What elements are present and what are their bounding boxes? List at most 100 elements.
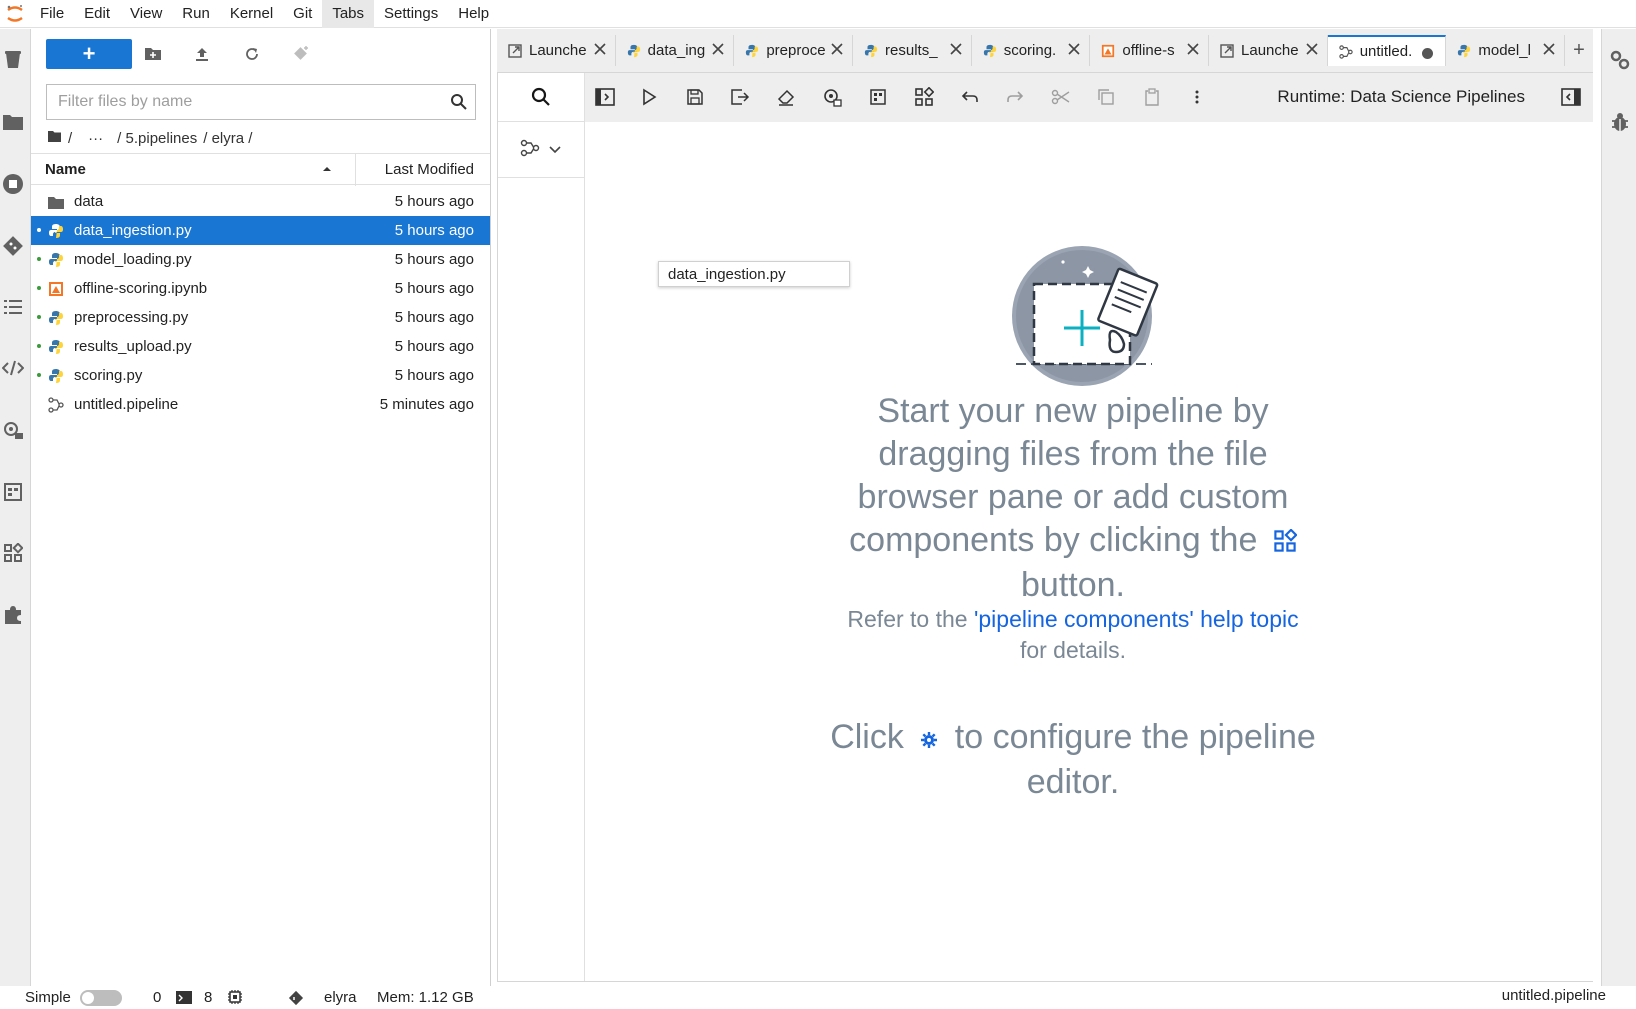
runtimes-config-icon[interactable]: [820, 85, 844, 109]
file-row-results-upload[interactable]: results_upload.py 5 hours ago: [31, 332, 490, 361]
menu-tabs[interactable]: Tabs: [322, 0, 375, 28]
export-icon[interactable]: [728, 85, 752, 109]
upload-icon[interactable]: [189, 41, 215, 67]
refresh-icon[interactable]: [239, 41, 265, 67]
menu-file[interactable]: File: [30, 0, 74, 28]
close-icon[interactable]: [1067, 42, 1081, 56]
tab-scoring[interactable]: scoring.: [971, 35, 1091, 66]
settings-gear-icon[interactable]: [919, 718, 939, 761]
file-row-data[interactable]: data 5 hours ago: [31, 187, 490, 216]
run-pipeline-icon[interactable]: [637, 85, 661, 109]
git-branch-icon[interactable]: [287, 989, 305, 1009]
menu-bar: File Edit View Run Kernel Git Tabs Setti…: [0, 0, 1636, 28]
component-catalogs-icon[interactable]: [912, 85, 936, 109]
menu-settings[interactable]: Settings: [374, 0, 448, 28]
menu-run[interactable]: Run: [172, 0, 220, 28]
new-folder-icon[interactable]: [140, 41, 166, 67]
file-row-scoring[interactable]: scoring.py 5 hours ago: [31, 361, 490, 390]
pipeline-canvas[interactable]: data_ingestion.py Start your new pipelin…: [586, 122, 1593, 981]
help-reference: Refer to the 'pipeline components' help …: [820, 604, 1326, 666]
pipeline-toolbar: Runtime: Data Science Pipelines: [585, 73, 1593, 122]
breadcrumb-pipelines[interactable]: / 5.pipelines: [117, 130, 197, 147]
right-sidebar: [1601, 29, 1636, 989]
tab-untitled-pipeline[interactable]: untitled.: [1327, 35, 1447, 66]
cut-icon[interactable]: [1049, 85, 1073, 109]
terminal-count[interactable]: 8: [204, 989, 212, 1006]
paste-icon[interactable]: [1140, 85, 1164, 109]
component-catalogs-icon[interactable]: [0, 540, 26, 566]
column-name-header[interactable]: Name: [45, 161, 86, 178]
column-modified-header[interactable]: Last Modified: [385, 161, 474, 178]
tab-offline-scoring[interactable]: offline-s: [1090, 35, 1210, 66]
kernel-count[interactable]: 0: [153, 989, 161, 1006]
close-icon[interactable]: [1542, 42, 1556, 56]
runtime-images-icon[interactable]: [0, 479, 26, 505]
palette-search-icon[interactable]: [498, 73, 584, 122]
close-icon[interactable]: [711, 42, 725, 56]
notebook-file-icon: [47, 280, 65, 298]
clear-eraser-icon[interactable]: [774, 85, 798, 109]
tab-launcher-1[interactable]: Launche: [497, 35, 616, 66]
close-icon[interactable]: [1186, 42, 1200, 56]
running-sessions-icon[interactable]: [0, 171, 26, 197]
file-row-data-ingestion[interactable]: data_ingestion.py 5 hours ago: [31, 216, 490, 245]
tab-label: data_ing: [647, 42, 706, 59]
kernel-cpu-icon[interactable]: [227, 989, 243, 1009]
home-folder-icon[interactable]: [47, 130, 62, 147]
tab-model-loading[interactable]: model_l: [1446, 35, 1566, 66]
git-branch-name[interactable]: elyra: [324, 989, 357, 1006]
extensions-puzzle-icon[interactable]: [0, 602, 26, 628]
tab-data-ingestion[interactable]: data_ing: [615, 35, 735, 66]
close-icon[interactable]: [1305, 42, 1319, 56]
close-icon[interactable]: [830, 42, 844, 56]
undo-icon[interactable]: [958, 85, 982, 109]
file-row-offline-scoring[interactable]: offline-scoring.ipynb 5 hours ago: [31, 274, 490, 303]
filter-files-input[interactable]: Filter files by name: [46, 84, 476, 120]
trash-icon[interactable]: [0, 46, 26, 72]
property-inspector-icon[interactable]: [1607, 47, 1633, 73]
copy-icon[interactable]: [1094, 85, 1118, 109]
redo-icon[interactable]: [1003, 85, 1027, 109]
menu-view[interactable]: View: [120, 0, 172, 28]
runtimes-icon[interactable]: [0, 417, 26, 443]
file-row-preprocessing[interactable]: preprocessing.py 5 hours ago: [31, 303, 490, 332]
git-clone-icon[interactable]: [288, 41, 314, 67]
breadcrumb-root[interactable]: /: [68, 130, 72, 147]
menu-help[interactable]: Help: [448, 0, 499, 28]
debugger-bug-icon[interactable]: [1607, 109, 1633, 135]
close-icon[interactable]: [593, 42, 607, 56]
simple-mode-toggle[interactable]: [80, 990, 122, 1006]
generic-nodes-category[interactable]: [498, 122, 584, 178]
table-of-contents-icon[interactable]: [0, 294, 26, 320]
tab-preprocessing[interactable]: preproce: [734, 35, 854, 66]
save-icon[interactable]: [683, 85, 707, 109]
add-components-inline-icon[interactable]: [1273, 521, 1298, 564]
more-options-icon[interactable]: [1185, 85, 1209, 109]
breadcrumb-ellipsis[interactable]: ···: [88, 130, 103, 147]
add-tab-button[interactable]: +: [1565, 35, 1593, 66]
runtime-images-icon[interactable]: [866, 85, 890, 109]
code-snippets-icon[interactable]: [0, 355, 26, 381]
open-panel-icon[interactable]: [593, 85, 617, 109]
file-row-model-loading[interactable]: model_loading.py 5 hours ago: [31, 245, 490, 274]
pipeline-components-help-link[interactable]: 'pipeline components' help topic: [974, 606, 1299, 632]
pipeline-file-icon: [1338, 44, 1354, 60]
new-launcher-button[interactable]: +: [46, 39, 132, 69]
menu-git[interactable]: Git: [283, 0, 322, 28]
toggle-properties-panel-icon[interactable]: [1559, 85, 1583, 109]
close-icon[interactable]: [949, 42, 963, 56]
menu-edit[interactable]: Edit: [74, 0, 120, 28]
unsaved-changes-icon[interactable]: [1422, 48, 1434, 59]
folder-icon[interactable]: [0, 109, 26, 135]
terminal-icon[interactable]: [175, 989, 193, 1009]
sort-ascending-icon[interactable]: [321, 162, 333, 179]
file-row-untitled-pipeline[interactable]: untitled.pipeline 5 minutes ago: [31, 390, 490, 419]
tab-results-upload[interactable]: results_: [853, 35, 972, 66]
python-file-icon: [47, 367, 65, 385]
jupyter-logo-icon[interactable]: [0, 0, 30, 28]
column-divider[interactable]: [355, 154, 356, 186]
git-icon[interactable]: [0, 233, 26, 259]
tab-launcher-2[interactable]: Launche: [1209, 35, 1328, 66]
menu-kernel[interactable]: Kernel: [220, 0, 283, 28]
breadcrumb-elyra[interactable]: / elyra /: [203, 130, 252, 147]
